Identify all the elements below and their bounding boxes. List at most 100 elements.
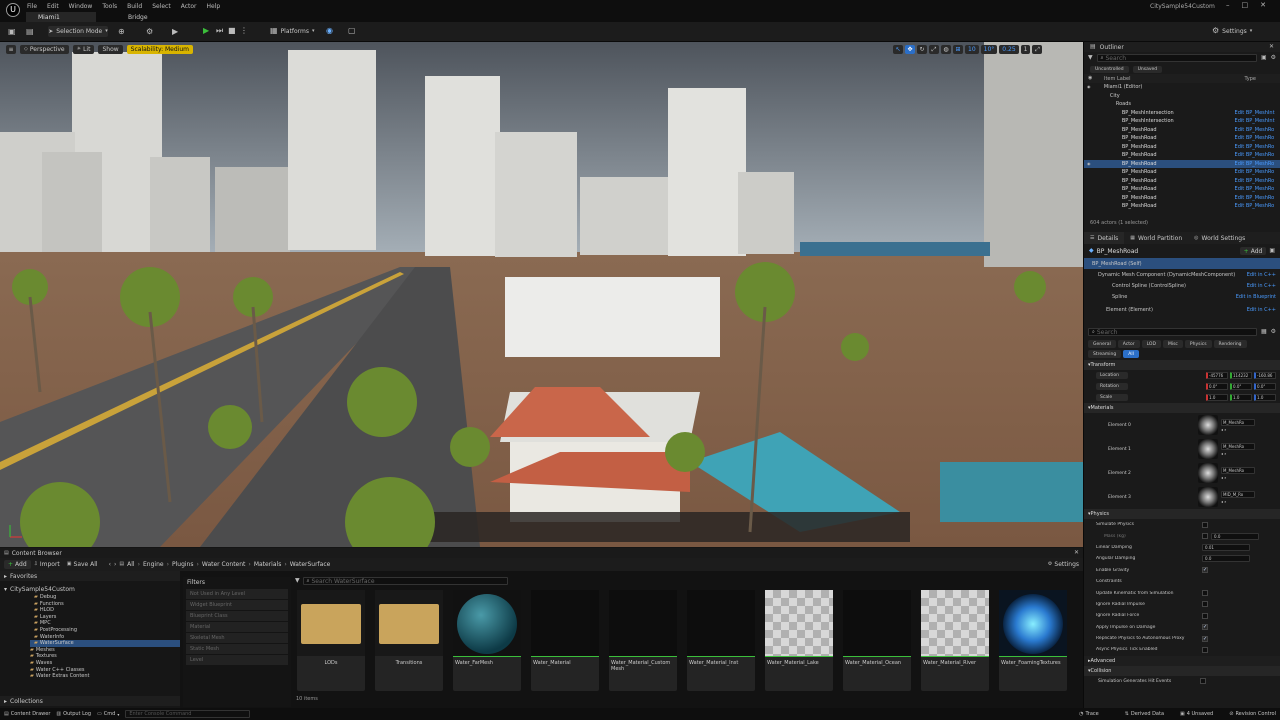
browse-icon[interactable]: ◂ ⌕ [1221,451,1255,456]
move-tool-icon[interactable]: ✥ [905,45,915,54]
step-icon[interactable]: ⏭ [216,27,223,35]
folder-tree-item[interactable]: ▰ Debug [30,594,180,601]
settings-button[interactable]: ⚙ Settings [1048,561,1079,568]
scale-tool-icon[interactable]: ⤢ [929,45,939,54]
content-icon[interactable]: ▤ [26,28,34,36]
asset-tile[interactable]: Water_Material_River [921,590,989,691]
asset-tile[interactable]: Water_Material_Inst [687,590,755,691]
material-dropdown[interactable]: M_MeshRo [1221,466,1255,474]
tab-world-settings[interactable]: ◎ World Settings [1188,232,1251,244]
outliner-row[interactable]: BP_MeshRoad Edit BP_MeshRo [1084,185,1280,194]
breadcrumb-item[interactable]: Water Content [202,561,246,568]
asset-tile[interactable]: Water_Material [531,590,599,691]
outliner-item-type[interactable]: Edit BP_MeshRo [1235,203,1280,209]
outliner-search-input[interactable]: ⌕ Search [1096,54,1257,62]
menu-tools[interactable]: Tools [102,3,117,10]
category-tab-physics[interactable]: Physics [1184,340,1212,348]
transform-label[interactable]: Rotation [1096,383,1128,390]
checkbox[interactable] [1200,678,1206,685]
filter-chip[interactable]: Skeletal Mesh [186,633,288,643]
menu-window[interactable]: Window [69,3,93,10]
outliner-item-type[interactable]: Edit BP_MeshRo [1235,195,1280,201]
transform-x-field[interactable]: 1.0 [1206,394,1228,401]
asset-tile[interactable]: Water_Material_Custom Mesh [609,590,677,691]
minimize-icon[interactable]: – [1226,1,1230,9]
section-transform[interactable]: ▾ Transform [1084,360,1280,370]
add-actor-icon[interactable]: ⊕ [118,28,125,36]
revision-control-button[interactable]: ⊘ Revision Control [1229,711,1276,717]
outliner-item-type[interactable]: Edit BP_MeshRo [1235,186,1280,192]
transform-z-field[interactable]: 1.0 [1254,394,1276,401]
edit-component-link[interactable]: Edit in C++ [1247,307,1276,313]
menu-help[interactable]: Help [207,3,221,10]
folder-tree-item[interactable]: ▰ Water Extras Content [30,673,180,680]
blueprint-icon[interactable]: ▣ [1269,248,1275,254]
outliner-row[interactable]: BP_MeshIntersection Edit BP_MeshInt [1084,109,1280,118]
menu-build[interactable]: Build [127,3,142,10]
folder-tree-item[interactable]: ▰ PostProcessing [30,627,180,634]
folder-tree-item[interactable]: ▰ Functions [30,601,180,608]
outliner-row[interactable]: BP_MeshRoad Edit BP_MeshRo [1084,126,1280,135]
breadcrumb-item[interactable]: Materials [254,561,282,568]
component-row[interactable]: Spline Edit in Blueprint [1084,291,1280,302]
filter-chip[interactable]: Not Used in Any Level [186,589,288,599]
folder-tree-item[interactable]: ▰ Water C++ Classes [30,667,180,674]
add-component-button[interactable]: + Add [1239,247,1267,255]
filter-chip[interactable]: Widget Blueprint [186,600,288,610]
outliner-row[interactable]: ◉ BP_MeshRoad Edit BP_MeshRo [1084,159,1280,168]
transform-y-field[interactable]: 114232 [1230,372,1252,379]
component-row[interactable]: Control Spline (ControlSpline) Edit in C+… [1084,280,1280,291]
lit-button[interactable]: ☀ Lit [72,45,95,54]
filter-chip[interactable]: Blueprint Class [186,611,288,621]
component-row[interactable]: Dynamic Mesh Component (DynamicMeshCompo… [1084,269,1280,280]
checkbox[interactable] [1202,590,1208,597]
filter-icon[interactable]: ▼ [1088,55,1093,61]
gear-icon[interactable]: ⚙ [1271,329,1276,335]
breadcrumb-item[interactable]: All [127,561,134,568]
rotate-tool-icon[interactable]: ↻ [917,45,927,54]
checkbox[interactable] [1202,601,1208,608]
folder-tree-item[interactable]: ▰ HLOD [30,607,180,614]
more-options-icon[interactable]: ⋮ [240,27,248,35]
tab-details[interactable]: ☰ Details [1084,232,1125,244]
checkbox[interactable]: ✓ [1202,624,1208,631]
asset-tile[interactable]: Transitions [375,590,443,691]
perspective-button[interactable]: ◇ Perspective [20,45,69,54]
collections-header[interactable]: ▸ Collections [0,696,180,706]
folder-tree-item[interactable]: ▰ Textures [30,653,180,660]
add-folder-icon[interactable]: ▣ [1261,55,1267,61]
checkbox[interactable]: ✓ [1202,567,1208,574]
category-tab-lod[interactable]: LOD [1141,340,1161,348]
asset-tile[interactable]: Water_FoamingTextures [999,590,1067,691]
settings-button[interactable]: ⚙ Settings ▾ [1212,27,1252,35]
folder-tree-item[interactable]: ▰ MPC [30,620,180,627]
outliner-item-type[interactable]: Edit BP_MeshRo [1235,178,1280,184]
category-tab-misc[interactable]: Misc [1162,340,1183,348]
material-dropdown[interactable]: M_MeshRo [1221,418,1255,426]
category-tab-rendering[interactable]: Rendering [1213,340,1247,348]
outliner-item-type[interactable]: Edit BP_MeshRo [1235,161,1280,167]
transform-y-field[interactable]: 0.0° [1230,383,1252,390]
column-item-label[interactable]: Item Label [1104,76,1130,82]
outliner-item-type[interactable]: Edit BP_MeshRo [1235,135,1280,141]
maximize-icon[interactable]: □ [1242,1,1249,9]
folder-tree-item[interactable]: ▰ Layers [30,614,180,621]
property-value-field[interactable]: 0.01 [1202,543,1250,551]
material-thumbnail[interactable] [1198,415,1218,435]
filter-uncontrolled[interactable]: Uncontrolled [1090,65,1129,73]
save-all-button[interactable]: ▣ Save All [67,561,98,568]
filter-unsaved[interactable]: Unsaved [1132,65,1163,73]
angle-snap-value[interactable]: 10° [980,45,998,54]
outliner-item-type[interactable]: Edit BP_MeshRo [1235,152,1280,158]
eye-icon[interactable]: ◉ [1084,85,1098,89]
platforms-button[interactable]: ▦ Platforms ▾ [270,27,315,35]
close-icon[interactable]: ✕ [1074,550,1079,556]
category-tab-streaming[interactable]: Streaming [1088,350,1122,358]
filter-chip[interactable]: Static Mesh [186,644,288,654]
material-dropdown[interactable]: M_MeshRo [1221,442,1255,450]
close-icon[interactable]: ✕ [1260,1,1266,9]
select-tool-icon[interactable]: ↖ [893,45,903,54]
surface-snap-icon[interactable]: ⊞ [953,45,963,54]
tab-bridge[interactable]: Bridge [110,12,170,22]
close-icon[interactable]: ✕ [1269,44,1274,50]
